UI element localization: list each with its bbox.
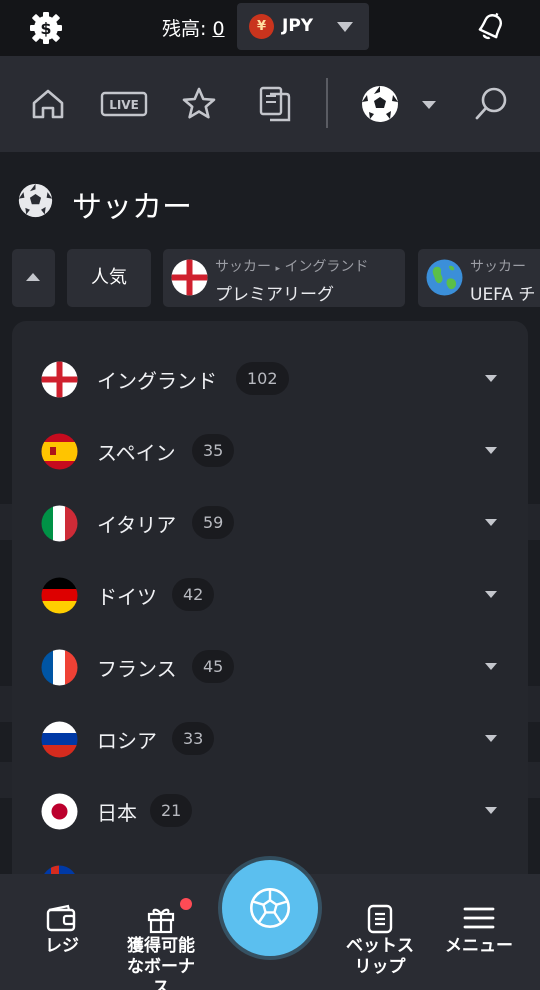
- star-icon[interactable]: [179, 84, 219, 124]
- germany-flag-icon: [41, 577, 78, 614]
- italy-flag-icon: [41, 505, 78, 542]
- country-name: イタリア: [97, 513, 177, 537]
- top-bar: $ 残高: 0 ¥ JPY: [0, 0, 540, 56]
- league-name: プレミアリーグ: [215, 285, 334, 305]
- betslip-button[interactable]: ベットス リップ: [334, 874, 426, 990]
- chevron-down-icon: [485, 807, 497, 814]
- list-item[interactable]: フランス 45: [12, 631, 528, 703]
- chevron-down-icon: [485, 519, 497, 526]
- bonus-label: 獲得可能 なボーナ ス: [127, 936, 195, 990]
- betslip-history-icon[interactable]: [256, 84, 296, 124]
- main-nav: LIVE: [0, 56, 540, 152]
- chevron-down-icon: [485, 663, 497, 670]
- chevron-down-icon: [485, 591, 497, 598]
- betslip-label: ベットス リップ: [346, 936, 414, 977]
- soccer-ball-icon[interactable]: [360, 84, 400, 124]
- live-icon[interactable]: LIVE: [100, 84, 148, 124]
- soccer-ball-icon: [249, 887, 291, 929]
- england-flag-icon: [171, 259, 208, 296]
- league-name: UEFA チ: [470, 285, 536, 305]
- list-item[interactable]: スペイン 35: [12, 415, 528, 487]
- france-flag-icon: [41, 649, 78, 686]
- country-name: ロシア: [97, 729, 157, 753]
- nav-divider: [326, 78, 328, 128]
- globe-icon: [426, 259, 463, 296]
- gift-icon: [147, 908, 175, 934]
- sports-fab-button[interactable]: [222, 860, 318, 956]
- country-name: スペイン: [97, 441, 176, 465]
- balance-display: 残高: 0: [162, 14, 225, 41]
- event-count-badge: 102: [236, 362, 289, 395]
- country-name: 日本: [97, 801, 137, 825]
- search-icon[interactable]: [472, 84, 512, 124]
- balance-value[interactable]: 0: [212, 18, 224, 40]
- event-count-badge: 42: [172, 578, 215, 611]
- popular-chip[interactable]: 人気: [67, 249, 151, 307]
- home-icon[interactable]: [28, 84, 68, 124]
- country-name: フランス: [97, 657, 177, 681]
- chevron-down-icon: [485, 735, 497, 742]
- chevron-up-icon: [26, 273, 40, 281]
- settings-dollar-gear-icon[interactable]: $: [28, 10, 64, 46]
- country-name: ドイツ: [97, 585, 157, 609]
- league-breadcrumb: サッカー: [470, 259, 526, 275]
- wallet-icon: [46, 904, 76, 932]
- list-item[interactable]: ロシア 33: [12, 703, 528, 775]
- event-count-badge: 33: [172, 722, 215, 755]
- collapse-button[interactable]: [12, 249, 55, 307]
- list-item[interactable]: 日本 21: [12, 775, 528, 847]
- country-list-panel: イングランド 102 スペイン 35 イタリア 59 ドイツ 42 フランス 4…: [12, 321, 528, 881]
- russia-flag-icon: [41, 721, 78, 758]
- chevron-down-icon[interactable]: [422, 101, 436, 109]
- svg-text:LIVE: LIVE: [109, 98, 139, 112]
- chevron-down-icon: [337, 22, 353, 32]
- page-title: サッカー: [72, 190, 192, 225]
- chevron-down-icon: [485, 447, 497, 454]
- bonus-button[interactable]: 獲得可能 なボーナ ス: [116, 874, 206, 990]
- japan-flag-icon: [41, 793, 78, 830]
- list-item[interactable]: イタリア 59: [12, 487, 528, 559]
- hamburger-menu-icon: [463, 907, 495, 929]
- england-flag-icon: [41, 361, 78, 398]
- event-count-badge: 45: [192, 650, 235, 683]
- yen-coin-icon: ¥: [249, 14, 274, 39]
- list-item[interactable]: ドイツ 42: [12, 559, 528, 631]
- svg-text:$: $: [40, 19, 51, 38]
- league-chip-uefa[interactable]: サッカー UEFA チ: [418, 249, 540, 307]
- menu-button[interactable]: メニュー: [432, 874, 526, 990]
- spain-flag-icon: [41, 433, 78, 470]
- notification-dot: [180, 898, 192, 910]
- event-count-badge: 35: [192, 434, 235, 467]
- event-count-badge: 59: [192, 506, 235, 539]
- betslip-icon: [367, 904, 393, 934]
- league-chip-premier-league[interactable]: サッカー ▸ イングランド プレミアリーグ: [163, 249, 405, 307]
- bell-icon[interactable]: [472, 8, 510, 46]
- currency-selector[interactable]: ¥ JPY: [237, 3, 369, 50]
- currency-code: JPY: [282, 16, 314, 36]
- cashier-label: レジ: [45, 936, 79, 956]
- menu-label: メニュー: [445, 936, 513, 956]
- chevron-down-icon: [485, 375, 497, 382]
- balance-label: 残高:: [162, 18, 207, 40]
- league-breadcrumb: サッカー ▸ イングランド: [215, 259, 369, 275]
- list-item[interactable]: イングランド 102: [12, 343, 528, 415]
- event-count-badge: 21: [150, 794, 193, 827]
- cashier-button[interactable]: レジ: [14, 874, 110, 990]
- country-name: イングランド: [97, 369, 217, 393]
- soccer-ball-icon: [18, 183, 53, 218]
